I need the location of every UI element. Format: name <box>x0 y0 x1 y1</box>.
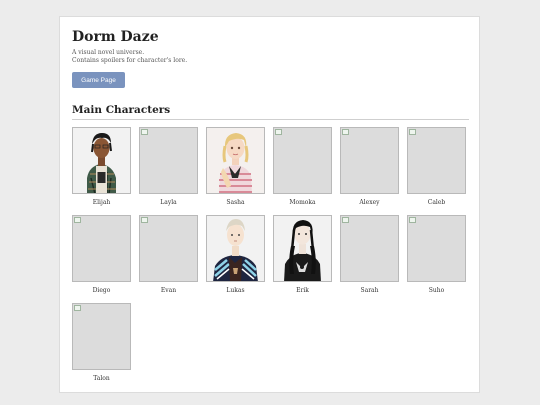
character-name[interactable]: Caleb <box>428 199 445 207</box>
character-portrait-placeholder[interactable] <box>340 215 399 282</box>
character-portrait-placeholder[interactable] <box>273 127 332 194</box>
game-page-button[interactable]: Game Page <box>72 72 125 88</box>
broken-image-icon <box>141 217 148 223</box>
character-name[interactable]: Lukas <box>226 287 244 295</box>
broken-image-icon <box>409 217 416 223</box>
character-name[interactable]: Sarah <box>361 287 379 295</box>
character-card-evan[interactable]: Evan <box>139 215 198 295</box>
character-name[interactable]: Suho <box>429 287 444 295</box>
description-line-1: A visual novel universe. <box>72 49 145 56</box>
character-name[interactable]: Momoka <box>289 199 315 207</box>
character-card-erik[interactable]: Erik <box>273 215 332 295</box>
section-heading: Main Characters <box>72 104 171 116</box>
broken-image-icon <box>342 217 349 223</box>
broken-image-icon <box>409 129 416 135</box>
page-description: A visual novel universe. Contains spoile… <box>72 49 187 65</box>
character-card-sasha[interactable]: Sasha <box>206 127 265 207</box>
character-portrait-placeholder[interactable] <box>340 127 399 194</box>
page-title: Dorm Daze <box>72 29 159 45</box>
character-grid: Elijah Layla Sasha Momoka Alexey Caleb D… <box>72 127 466 383</box>
character-portrait-placeholder[interactable] <box>139 127 198 194</box>
character-portrait-placeholder[interactable] <box>407 127 466 194</box>
character-name[interactable]: Talon <box>93 375 110 383</box>
character-card-talon[interactable]: Talon <box>72 303 131 383</box>
character-portrait-placeholder[interactable] <box>72 303 131 370</box>
broken-image-icon <box>74 217 81 223</box>
broken-image-icon <box>74 305 81 311</box>
character-card-lukas[interactable]: Lukas <box>206 215 265 295</box>
character-card-elijah[interactable]: Elijah <box>72 127 131 207</box>
character-card-alexey[interactable]: Alexey <box>340 127 399 207</box>
character-name[interactable]: Elijah <box>93 199 111 207</box>
character-card-suho[interactable]: Suho <box>407 215 466 295</box>
character-name[interactable]: Alexey <box>359 199 379 207</box>
character-name[interactable]: Diego <box>93 287 111 295</box>
character-name[interactable]: Sasha <box>226 199 244 207</box>
character-portrait[interactable] <box>72 127 131 194</box>
character-name[interactable]: Layla <box>160 199 176 207</box>
character-portrait-placeholder[interactable] <box>72 215 131 282</box>
character-card-diego[interactable]: Diego <box>72 215 131 295</box>
character-name[interactable]: Evan <box>161 287 176 295</box>
character-portrait[interactable] <box>273 215 332 282</box>
character-name[interactable]: Erik <box>296 287 309 295</box>
broken-image-icon <box>275 129 282 135</box>
broken-image-icon <box>141 129 148 135</box>
description-line-2: Contains spoilers for character's lore. <box>72 57 188 64</box>
character-card-layla[interactable]: Layla <box>139 127 198 207</box>
broken-image-icon <box>342 129 349 135</box>
character-portrait[interactable] <box>206 127 265 194</box>
character-card-sarah[interactable]: Sarah <box>340 215 399 295</box>
character-portrait-placeholder[interactable] <box>407 215 466 282</box>
character-portrait-placeholder[interactable] <box>139 215 198 282</box>
section-divider <box>72 119 469 120</box>
page-card: Dorm Daze A visual novel universe. Conta… <box>59 16 480 393</box>
character-portrait[interactable] <box>206 215 265 282</box>
character-card-momoka[interactable]: Momoka <box>273 127 332 207</box>
character-card-caleb[interactable]: Caleb <box>407 127 466 207</box>
